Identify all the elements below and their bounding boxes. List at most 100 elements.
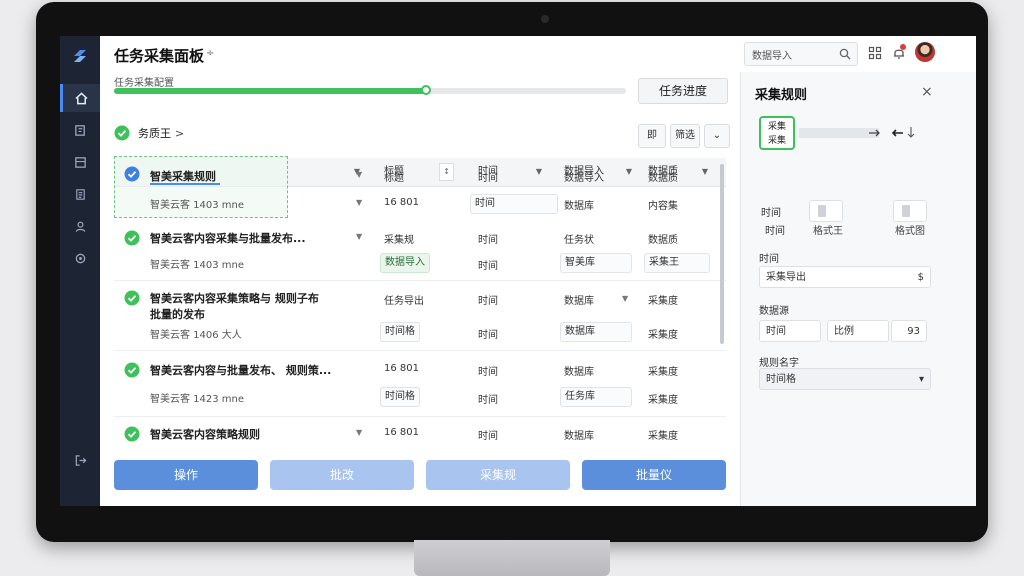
time-value: 格式图 xyxy=(895,226,925,237)
cell-quality-value: 采集度 xyxy=(648,395,678,406)
notification-badge xyxy=(900,44,906,50)
cell-time: 时间 xyxy=(478,431,498,442)
action-button-collect-rule[interactable]: 采集规 xyxy=(426,460,570,490)
row-title-line2: 批量的发布 xyxy=(150,308,205,321)
action-button-batch-edit[interactable]: 批改 xyxy=(270,460,414,490)
cell-quality-input[interactable]: 采集王 xyxy=(644,253,710,273)
cell-time-input[interactable]: 时间 xyxy=(470,194,558,214)
row-subtitle: 智美云客 1423 mne xyxy=(150,394,245,405)
filter-button[interactable]: 筛选 xyxy=(670,124,700,148)
cell-import: 任务状 xyxy=(564,235,594,246)
time-toggle[interactable] xyxy=(809,200,843,222)
data-source-time[interactable]: 时间 xyxy=(759,320,821,342)
data-source-ratio[interactable]: 比例 xyxy=(827,320,889,342)
cell-format-input[interactable]: 时间格 xyxy=(380,387,420,407)
cell-time: 时间 xyxy=(478,235,498,246)
cell-import-input[interactable]: 智美库 xyxy=(560,253,632,273)
collect-export-field[interactable]: 采集导出 $ xyxy=(759,266,931,288)
search-icon xyxy=(839,48,851,60)
action-button-operate[interactable]: 操作 xyxy=(114,460,258,490)
progress-label: 任务采集配置 xyxy=(114,78,174,89)
row-title: 智美采集规则 xyxy=(150,170,216,183)
app-logo-icon xyxy=(74,50,86,62)
field-value: 采集导出 xyxy=(766,272,806,283)
sidebar-item-data[interactable] xyxy=(60,148,100,176)
cell-import-value: 数据库 xyxy=(564,201,594,212)
action-button-batch[interactable]: 批量仪 xyxy=(582,460,726,490)
chevron-down-icon[interactable]: ▼ xyxy=(622,294,628,303)
sidebar-item-home[interactable] xyxy=(60,84,100,112)
chevron-down-icon[interactable]: ▼ xyxy=(356,198,362,207)
task-progress-button[interactable]: 任务进度 xyxy=(638,78,728,104)
cell-import-input[interactable]: 任务库 xyxy=(560,387,632,407)
cell-time-value: 时间 xyxy=(478,261,498,272)
cell-value: 16 801 xyxy=(384,197,419,208)
document-icon xyxy=(74,156,86,168)
cell-format-input[interactable]: 时间格 xyxy=(380,322,420,342)
cell-quality: 数据质 xyxy=(648,235,678,246)
cell-title: 采集规 xyxy=(384,235,414,246)
table-row[interactable]: 智美云客内容与批量发布、 规则策... 智美云客 1423 mne 16 801… xyxy=(114,350,726,417)
cell-import: 数据库 xyxy=(564,431,594,442)
close-icon[interactable]: × xyxy=(921,84,933,100)
progress-handle[interactable] xyxy=(421,85,432,95)
table-row[interactable]: 智美云客内容策略规则 ▼ 16 801 时间 数据库 采集度 xyxy=(114,416,726,450)
grid-icon[interactable] xyxy=(868,46,882,60)
cell-quality: 数据质 xyxy=(648,173,678,184)
time-value: 格式王 xyxy=(813,226,843,237)
cell-quality: 采集度 xyxy=(648,431,678,442)
rule-name-select[interactable]: 时间格 ▾ xyxy=(759,368,931,390)
section-label: 数据源 xyxy=(759,306,789,317)
row-title: 智美云客内容策略规则 xyxy=(150,428,260,441)
toolbar-button-1[interactable]: 即 xyxy=(638,124,666,148)
home-icon xyxy=(75,91,88,104)
user-icon xyxy=(75,221,85,232)
table-row[interactable]: 智美采集规则 智美云客 1403 mne ▼ ▼ 标题 16 801 时间 时间… xyxy=(114,166,726,222)
sidebar-item-settings[interactable] xyxy=(60,244,100,272)
cell-import: 数据库 xyxy=(564,296,594,307)
row-subtitle: 智美云客 1403 mne xyxy=(150,200,245,211)
row-title: 智美云客内容采集策略与 规则子布 xyxy=(150,292,319,305)
chevron-down-icon[interactable]: ▼ xyxy=(356,232,362,241)
dollar-icon: $ xyxy=(917,272,924,283)
rule-node[interactable]: 采集 采集 xyxy=(759,116,795,150)
chevron-down-icon[interactable]: ▼ xyxy=(356,170,362,179)
table-row[interactable]: 智美云客内容采集与批量发布... 智美云客 1403 mne ▼ 采集规 数据导… xyxy=(114,222,726,281)
panel-title: 采集规则 xyxy=(755,88,808,103)
header: 任务采集面板 ÷ 数据导入 xyxy=(100,36,976,72)
check-circle-icon xyxy=(114,125,130,141)
chevron-down-icon[interactable]: ▼ xyxy=(356,428,362,437)
expand-button[interactable]: ⌄ xyxy=(704,124,730,148)
cell-time-value: 时间 xyxy=(478,330,498,341)
search-box[interactable]: 数据导入 xyxy=(744,42,858,66)
toggle-knob xyxy=(902,205,910,217)
cell-quality-value: 采集度 xyxy=(648,330,678,341)
scrollbar-thumb[interactable] xyxy=(720,164,724,344)
cell-title: 任务导出 xyxy=(384,296,424,307)
search-label: 数据导入 xyxy=(752,51,792,62)
sidebar-item-tasks[interactable] xyxy=(60,116,100,144)
import-tag[interactable]: 数据导入 xyxy=(380,253,430,273)
select-value: 时间格 xyxy=(766,374,796,385)
data-source-value[interactable]: 93 xyxy=(891,320,927,342)
sidebar-item-users[interactable] xyxy=(60,212,100,240)
scrollbar[interactable] xyxy=(720,164,724,344)
breadcrumb[interactable]: 务质王 > xyxy=(114,124,184,142)
gear-icon xyxy=(75,253,85,263)
section-label: 时间 xyxy=(759,254,779,265)
cell-title: 16 801 xyxy=(384,427,419,438)
cell-import: 数据导入 xyxy=(564,173,604,184)
time-toggle[interactable] xyxy=(893,200,927,222)
title-dropdown[interactable]: ÷ xyxy=(206,48,214,59)
row-subtitle: 智美云客 1406 大人 xyxy=(150,330,242,341)
avatar[interactable] xyxy=(915,42,935,62)
breadcrumb-label: 务质王 xyxy=(138,127,171,140)
logout-icon xyxy=(75,454,86,466)
section-label: 规则名字 xyxy=(759,358,799,369)
cell-import-input[interactable]: 数据库 xyxy=(560,322,632,342)
sidebar-item-logout[interactable] xyxy=(60,446,100,474)
cell-title: 16 801 xyxy=(384,363,419,374)
sidebar-item-reports[interactable] xyxy=(60,180,100,208)
table-row[interactable]: 智美云客内容采集策略与 规则子布 批量的发布 智美云客 1406 大人 任务导出… xyxy=(114,280,726,351)
check-circle-icon xyxy=(124,426,140,442)
